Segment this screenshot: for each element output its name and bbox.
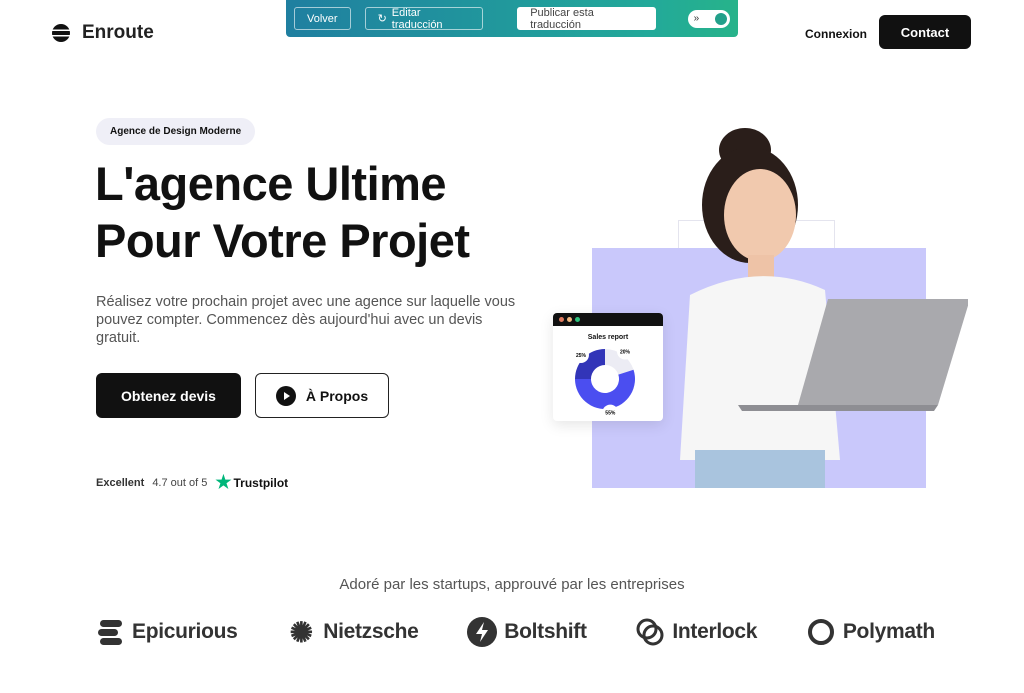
brand-name: Enroute [82,22,154,43]
logo-name: Epicurious [132,620,238,643]
epicurious-icon [95,617,125,647]
title-line-2: Pour Votre Projet [95,214,470,267]
trustpilot-logo[interactable]: ★ Trustpilot [215,472,288,493]
logo-name: Polymath [842,620,935,643]
logo-epicurious: Epicurious [95,617,238,647]
contact-button[interactable]: Contact [879,15,971,49]
edit-icon: ↻ [377,13,387,25]
brand-logo[interactable]: Enroute [52,22,154,44]
nietzsche-icon: ✺ [289,616,313,648]
donut-label: 55% [605,411,616,417]
translation-toolbar: Volver ↻ Editar traducción Publicar esta … [286,0,738,37]
back-button[interactable]: Volver [294,7,351,30]
edit-label: Editar traducción [391,6,443,31]
chevrons-icon: » [693,12,700,24]
bolt-icon [467,617,498,647]
rating-score: 4.7 out of 5 [152,476,208,489]
logo-interlock: Interlock [635,617,757,647]
sales-report-title: Sales report [587,334,629,341]
sales-report-card: Sales report 20% 55% 25% [553,313,663,421]
play-icon [275,385,296,406]
laptop-image [738,299,968,411]
publish-translation-button[interactable]: Publicar esta traducción [517,7,656,31]
rating: Excellent 4.7 out of 5 ★ Trustpilot [96,472,288,493]
trustpilot-name: Trustpilot [233,475,289,490]
title-line-1: L'agence Ultime [95,157,447,210]
donut-label: 25% [576,353,587,359]
client-logos: Epicurious ✺ Nietzsche Boltshift Interloc… [95,616,935,648]
donut-label: 20% [620,349,631,355]
about-button[interactable]: À Propos [255,373,389,418]
page-title: L'agence Ultime Pour Votre Projet [95,155,555,269]
rating-label: Excellent [96,476,145,489]
logo-boltshift: Boltshift [467,617,587,647]
social-proof-tagline: Adoré par les startups, approuvé par les… [339,576,685,593]
logo-nietzsche: ✺ Nietzsche [286,616,419,648]
interlock-icon [635,617,665,647]
edit-translation-button[interactable]: ↻ Editar traducción [364,6,484,31]
logo-polymath: Polymath [806,617,935,647]
hero-subtitle: Réalisez votre prochain projet avec une … [96,294,516,346]
logo-icon [52,24,70,42]
logo-name: Interlock [672,620,758,643]
logo-name: Nietzsche [323,620,419,643]
polymath-icon [806,617,836,647]
donut-chart: 20% 55% 25% [572,343,635,421]
login-link[interactable]: Connexion [805,27,867,41]
logo-name: Boltshift [504,620,587,643]
toolbar-toggle[interactable]: » [687,9,730,28]
hero-badge: Agence de Design Moderne [96,118,256,145]
star-icon: ★ [215,472,232,492]
get-quote-button[interactable]: Obtenez devis [96,373,241,418]
about-label: À Propos [305,387,369,404]
